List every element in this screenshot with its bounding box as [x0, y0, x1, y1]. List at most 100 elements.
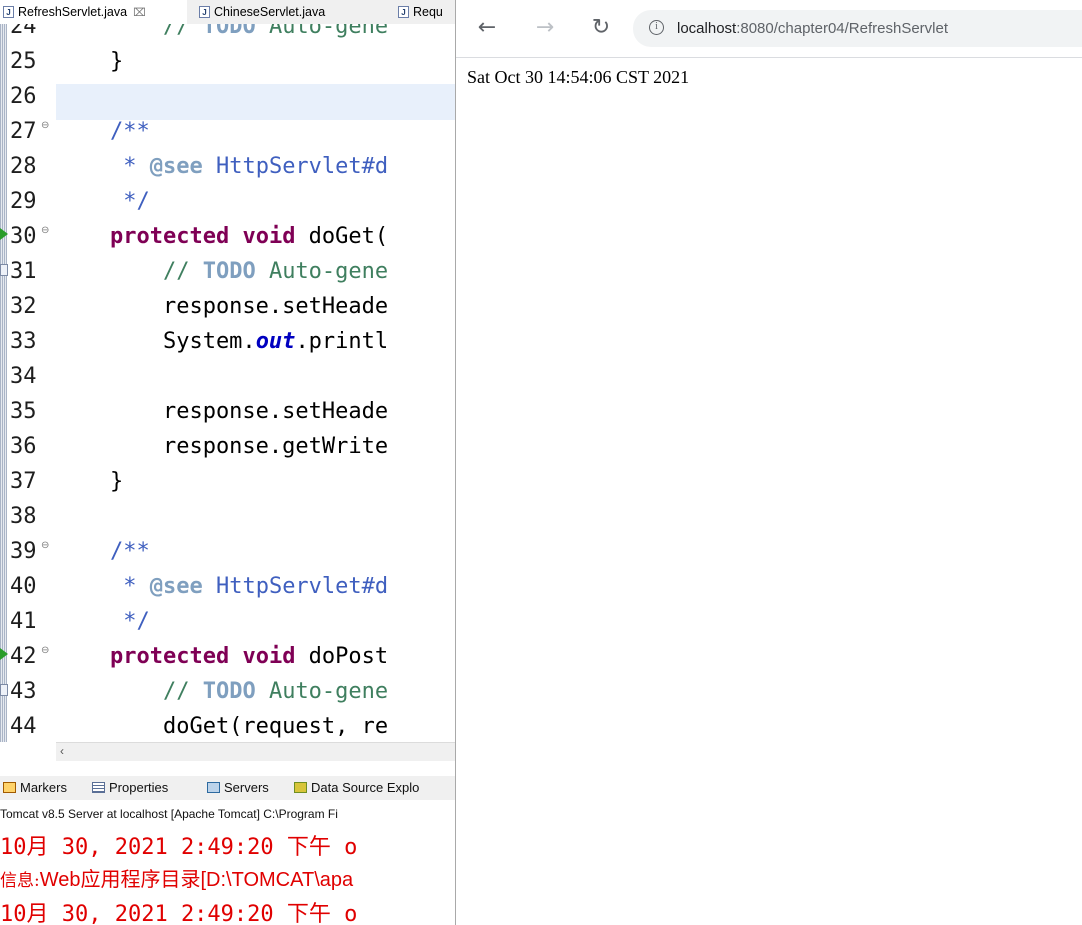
java-file-icon: J [398, 5, 409, 18]
reload-icon[interactable]: ↻ [587, 14, 615, 42]
code-line[interactable]: 35 response.setHeade [0, 394, 455, 429]
fold-toggle-icon[interactable]: ⊖ [41, 226, 49, 236]
eclipse-ide-pane: J RefreshServlet.java ⌧ J ChineseServlet.ja… [0, 0, 455, 925]
tab-label: Markers [20, 780, 67, 795]
tab-servers[interactable]: Servers [207, 776, 269, 800]
code-token: protected [109, 224, 230, 249]
code-line[interactable]: 27 ⊖ /** [0, 114, 455, 149]
browser-toolbar: ← → ↻ i localhost:8080/chapter04/Refresh… [456, 0, 1082, 58]
code-token: /** [109, 119, 150, 144]
code-token: } [57, 469, 124, 494]
task-marker-icon[interactable] [0, 264, 8, 276]
code-line[interactable]: 29 */ [0, 184, 455, 219]
code-token: * [123, 154, 150, 179]
line-number: 37 [10, 469, 37, 494]
code-text: // TODO Auto-gene [57, 254, 388, 289]
line-number: 29 [10, 189, 37, 214]
code-token: HttpServlet#d [202, 574, 389, 599]
code-token: TODO [202, 24, 256, 39]
code-line[interactable]: 38 [0, 499, 455, 534]
console-log-line: 10月 30, 2021 2:49:20 下午 o [0, 902, 358, 925]
code-line[interactable]: 42 ⊖ protected void doPost [0, 639, 455, 674]
code-line[interactable]: 24 // TODO Auto-gene [0, 24, 455, 44]
code-line[interactable]: 31 // TODO Auto-gene [0, 254, 455, 289]
code-token: } [57, 49, 124, 74]
code-line[interactable]: 44 doGet(request, re [0, 709, 455, 742]
code-token: Auto-gene [255, 259, 389, 284]
code-token: @see [149, 154, 203, 179]
code-token: // [162, 679, 203, 704]
code-line[interactable]: 26 [0, 79, 455, 114]
tab-properties[interactable]: Properties [92, 776, 168, 800]
line-number: 34 [10, 364, 37, 389]
code-text: doGet(request, re [57, 709, 388, 742]
code-token: TODO [202, 259, 256, 284]
code-line[interactable]: 36 response.getWrite [0, 429, 455, 464]
url-text[interactable]: localhost:8080/chapter04/RefreshServlet [677, 10, 948, 47]
code-token: out [255, 329, 296, 354]
line-number: 42 [10, 644, 37, 669]
code-token: // [162, 259, 203, 284]
code-text: protected void doPost [57, 639, 388, 674]
code-line[interactable]: 39 ⊖ /** [0, 534, 455, 569]
tab-markers[interactable]: Markers [3, 776, 67, 800]
line-number: 41 [10, 609, 37, 634]
line-number: 28 [10, 154, 37, 179]
code-text: /** [57, 534, 150, 569]
line-number: 44 [10, 714, 37, 739]
tab-chinese-servlet[interactable]: J ChineseServlet.java [199, 0, 325, 24]
code-text: // TODO Auto-gene [57, 24, 388, 44]
fold-toggle-icon[interactable]: ⊖ [41, 646, 49, 656]
tab-refresh-servlet[interactable]: J RefreshServlet.java ⌧ [0, 0, 187, 24]
override-marker-icon[interactable] [0, 648, 8, 660]
url-path: :8080/chapter04/RefreshServlet [736, 20, 948, 37]
tab-label: Requ [413, 5, 443, 19]
address-bar[interactable]: i localhost:8080/chapter04/RefreshServle… [633, 10, 1082, 47]
code-line[interactable]: 43 // TODO Auto-gene [0, 674, 455, 709]
code-token: doGet(request, re [57, 714, 389, 739]
code-token: */ [123, 189, 150, 214]
code-editor[interactable]: 24 // TODO Auto-gene 25 } 26 27 ⊖ /** 28 * @s… [0, 24, 455, 742]
code-token: doGet( [295, 224, 389, 249]
code-line[interactable]: 34 [0, 359, 455, 394]
task-marker-icon[interactable] [0, 684, 8, 696]
back-icon[interactable]: ← [473, 14, 501, 42]
code-line[interactable]: 32 response.setHeade [0, 289, 455, 324]
code-text: response.getWrite [57, 429, 388, 464]
properties-icon [92, 782, 105, 794]
line-number: 33 [10, 329, 37, 354]
tab-request-servlet[interactable]: J Requ [398, 0, 443, 24]
tab-data-source-explorer[interactable]: Data Source Explo [294, 776, 419, 800]
code-line[interactable]: 40 * @see HttpServlet#d [0, 569, 455, 604]
override-marker-icon[interactable] [0, 228, 8, 240]
tab-label: ChineseServlet.java [214, 5, 326, 19]
horizontal-scrollbar[interactable]: ‹ [56, 742, 455, 761]
code-line[interactable]: 37 } [0, 464, 455, 499]
code-text: System.out.printl [57, 324, 388, 359]
fold-toggle-icon[interactable]: ⊖ [41, 541, 49, 551]
code-token: /** [109, 539, 150, 564]
fold-toggle-icon[interactable]: ⊖ [41, 121, 49, 131]
code-text: // TODO Auto-gene [57, 674, 388, 709]
code-line[interactable]: 25 } [0, 44, 455, 79]
code-token: HttpServlet#d [202, 154, 389, 179]
java-file-icon: J [199, 5, 210, 18]
forward-icon[interactable]: → [531, 14, 559, 42]
close-tab-icon[interactable]: ⌧ [133, 7, 146, 19]
code-token: void [242, 224, 296, 249]
code-token: System. [57, 329, 256, 354]
code-line[interactable]: 33 System.out.printl [0, 324, 455, 359]
scroll-left-icon[interactable]: ‹ [60, 743, 64, 760]
code-line[interactable]: 28 * @see HttpServlet#d [0, 149, 455, 184]
code-token: Auto-gene [255, 679, 389, 704]
site-info-icon[interactable]: i [649, 20, 664, 35]
code-line[interactable]: 41 */ [0, 604, 455, 639]
code-line[interactable]: 30 ⊖ protected void doGet( [0, 219, 455, 254]
line-number: 38 [10, 504, 37, 529]
browser-window: ← → ↻ i localhost:8080/chapter04/Refresh… [455, 0, 1082, 925]
